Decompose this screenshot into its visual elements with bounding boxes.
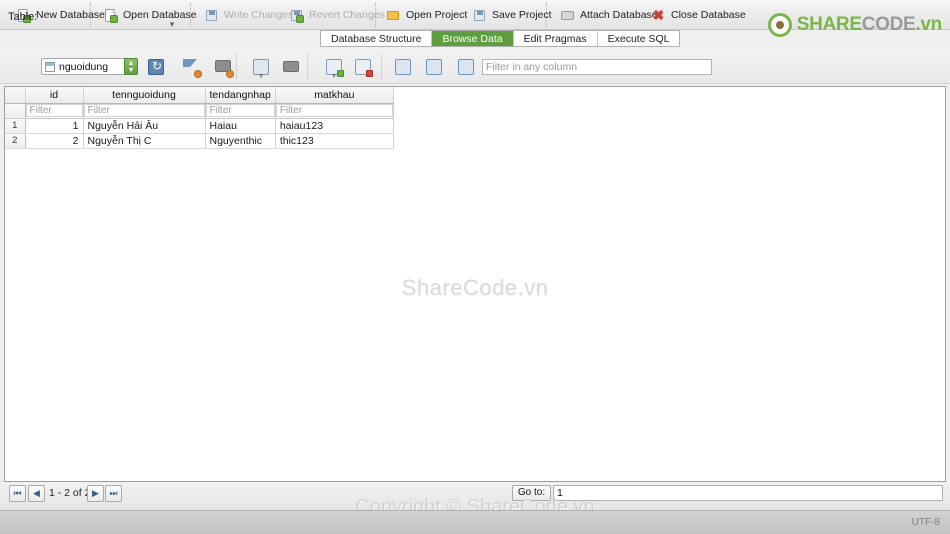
toolbar-separator	[381, 55, 382, 79]
column-header-matkhau[interactable]: matkhau	[275, 87, 394, 104]
toolbar-button-save-project[interactable]: Save Project	[466, 0, 558, 30]
data-grid-header: id tennguoidung tendangnhap matkhau	[5, 87, 394, 104]
last-page-button[interactable]: ⏭	[105, 485, 122, 502]
toolbar-button-revert-changes: Revert Changes	[283, 0, 391, 30]
toolbar-button-label: Open Database	[123, 9, 197, 21]
table-selector-value: nguoidung	[59, 60, 109, 73]
edit-cell-button[interactable]	[423, 56, 445, 78]
column-header-tendangnhap[interactable]: tendangnhap	[205, 87, 276, 104]
table-row[interactable]: 2 2 Nguyễn Thị C Nguyenthic thic123	[5, 133, 394, 149]
filter-cell-id[interactable]: Filter	[25, 103, 84, 119]
sqlitebrowser-window: New Database Open Database ▾ Write Changes R…	[0, 0, 950, 534]
tab-label: Edit Pragmas	[523, 32, 587, 45]
status-bar: UTF-8	[0, 510, 950, 534]
center-watermark: ShareCode.vn	[401, 275, 549, 300]
filter-cell-matkhau[interactable]: Filter	[275, 103, 394, 119]
column-header-row: id tennguoidung tendangnhap matkhau	[5, 87, 394, 104]
clear-sorting-button[interactable]	[212, 56, 234, 78]
toolbar-separator	[307, 55, 308, 79]
find-replace-button[interactable]	[455, 56, 477, 78]
filter-input-matkhau[interactable]: Filter	[275, 104, 393, 117]
next-page-button[interactable]: ▶	[87, 485, 104, 502]
tab-label: Database Structure	[331, 32, 422, 45]
tab-label: Execute SQL	[607, 32, 670, 45]
chevron-down-icon[interactable]: ▾	[165, 19, 179, 29]
toolbar-button-open-database[interactable]: Open Database	[97, 0, 203, 30]
grid-corner-header[interactable]	[5, 87, 26, 104]
tab-list: Database Structure Browse Data Edit Pragma…	[320, 30, 681, 47]
revert-changes-icon	[289, 8, 304, 23]
encoding-label: UTF-8	[911, 517, 940, 528]
chevron-down-icon[interactable]: ▾	[327, 72, 341, 80]
table-selector-combobox[interactable]: nguoidung	[41, 58, 136, 75]
toolbar-button-label: Revert Changes	[309, 9, 385, 21]
page-range-label: 1 - 2 of 2	[49, 487, 91, 499]
tab-execute-sql[interactable]: Execute SQL	[597, 31, 680, 46]
first-page-button[interactable]: ⏮	[9, 485, 26, 502]
filter-cell-tendangnhap[interactable]: Filter	[205, 103, 276, 119]
row-header[interactable]: 1	[5, 118, 26, 134]
filter-cell-tennguoidung[interactable]: Filter	[83, 103, 206, 119]
cell-id[interactable]: 1	[25, 118, 84, 134]
column-filter-row: Filter Filter Filter Filter	[5, 103, 394, 119]
refresh-button[interactable]	[145, 56, 167, 78]
tab-strip: Database Structure Browse Data Edit Pragma…	[0, 30, 950, 48]
open-database-icon	[103, 8, 118, 23]
goto-page-input[interactable]: 1	[553, 485, 943, 501]
clear-filters-button[interactable]	[180, 56, 202, 78]
table-selector-spinner[interactable]: ▲ ▼	[124, 58, 138, 75]
cell-tendangnhap[interactable]: Haiau	[205, 118, 276, 134]
filter-input-tendangnhap[interactable]: Filter	[205, 104, 275, 117]
toolbar-separator	[236, 55, 237, 79]
cell-id[interactable]: 2	[25, 133, 84, 149]
cell-tennguoidung[interactable]: Nguyễn Thị C	[83, 133, 206, 149]
write-changes-icon	[204, 8, 219, 23]
toolbar-button-label: Save Project	[492, 9, 552, 21]
goto-label-button[interactable]: Go to:	[512, 485, 551, 501]
column-header-id[interactable]: id	[25, 87, 84, 104]
toolbar-button-close-database[interactable]: ✖ Close Database	[645, 0, 752, 30]
grid-filter-corner	[5, 103, 26, 119]
data-grid-table: id tennguoidung tendangnhap matkhau Filter F…	[5, 87, 394, 149]
main-toolbar: New Database Open Database ▾ Write Changes R…	[0, 0, 950, 37]
filter-any-column-input[interactable]	[482, 59, 712, 75]
tab-label: Browse Data	[442, 32, 503, 45]
data-grid-body: Filter Filter Filter Filter 1 1 Nguyễn Hải Âu…	[5, 103, 394, 149]
toolbar-button-label: New Database	[36, 9, 105, 21]
chevron-down-icon[interactable]: ▾	[254, 72, 268, 80]
tab-browse-data[interactable]: Browse Data	[432, 31, 514, 46]
filter-input-id[interactable]: Filter	[25, 104, 82, 117]
tab-database-structure[interactable]: Database Structure	[321, 31, 433, 46]
delete-record-button[interactable]	[352, 56, 374, 78]
previous-page-button[interactable]: ◀	[28, 485, 45, 502]
cell-tendangnhap[interactable]: Nguyenthic	[205, 133, 276, 149]
row-header[interactable]: 2	[5, 133, 26, 149]
print-button[interactable]	[280, 56, 302, 78]
toolbar-button-label: Close Database	[671, 9, 746, 21]
table-icon	[45, 61, 55, 72]
open-project-icon	[386, 8, 401, 23]
tab-edit-pragmas[interactable]: Edit Pragmas	[513, 31, 598, 46]
edit-conditional-button[interactable]	[392, 56, 414, 78]
table-row[interactable]: 1 1 Nguyễn Hải Âu Haiau haiau123	[5, 118, 394, 134]
cell-matkhau[interactable]: haiau123	[275, 118, 394, 134]
column-header-tennguoidung[interactable]: tennguoidung	[83, 87, 206, 104]
cell-tennguoidung[interactable]: Nguyễn Hải Âu	[83, 118, 206, 134]
toolbar-button-label: Open Project	[406, 9, 468, 21]
cell-matkhau[interactable]: thic123	[275, 133, 394, 149]
close-database-icon: ✖	[652, 6, 665, 23]
table-selector-label: Table:	[8, 11, 38, 23]
attach-database-icon	[560, 8, 575, 23]
toolbar-button-open-project[interactable]: Open Project	[380, 0, 473, 30]
filter-input-tennguoidung[interactable]: Filter	[83, 104, 204, 117]
data-grid: id tennguoidung tendangnhap matkhau Filter F…	[4, 86, 946, 482]
save-project-icon	[472, 8, 487, 23]
